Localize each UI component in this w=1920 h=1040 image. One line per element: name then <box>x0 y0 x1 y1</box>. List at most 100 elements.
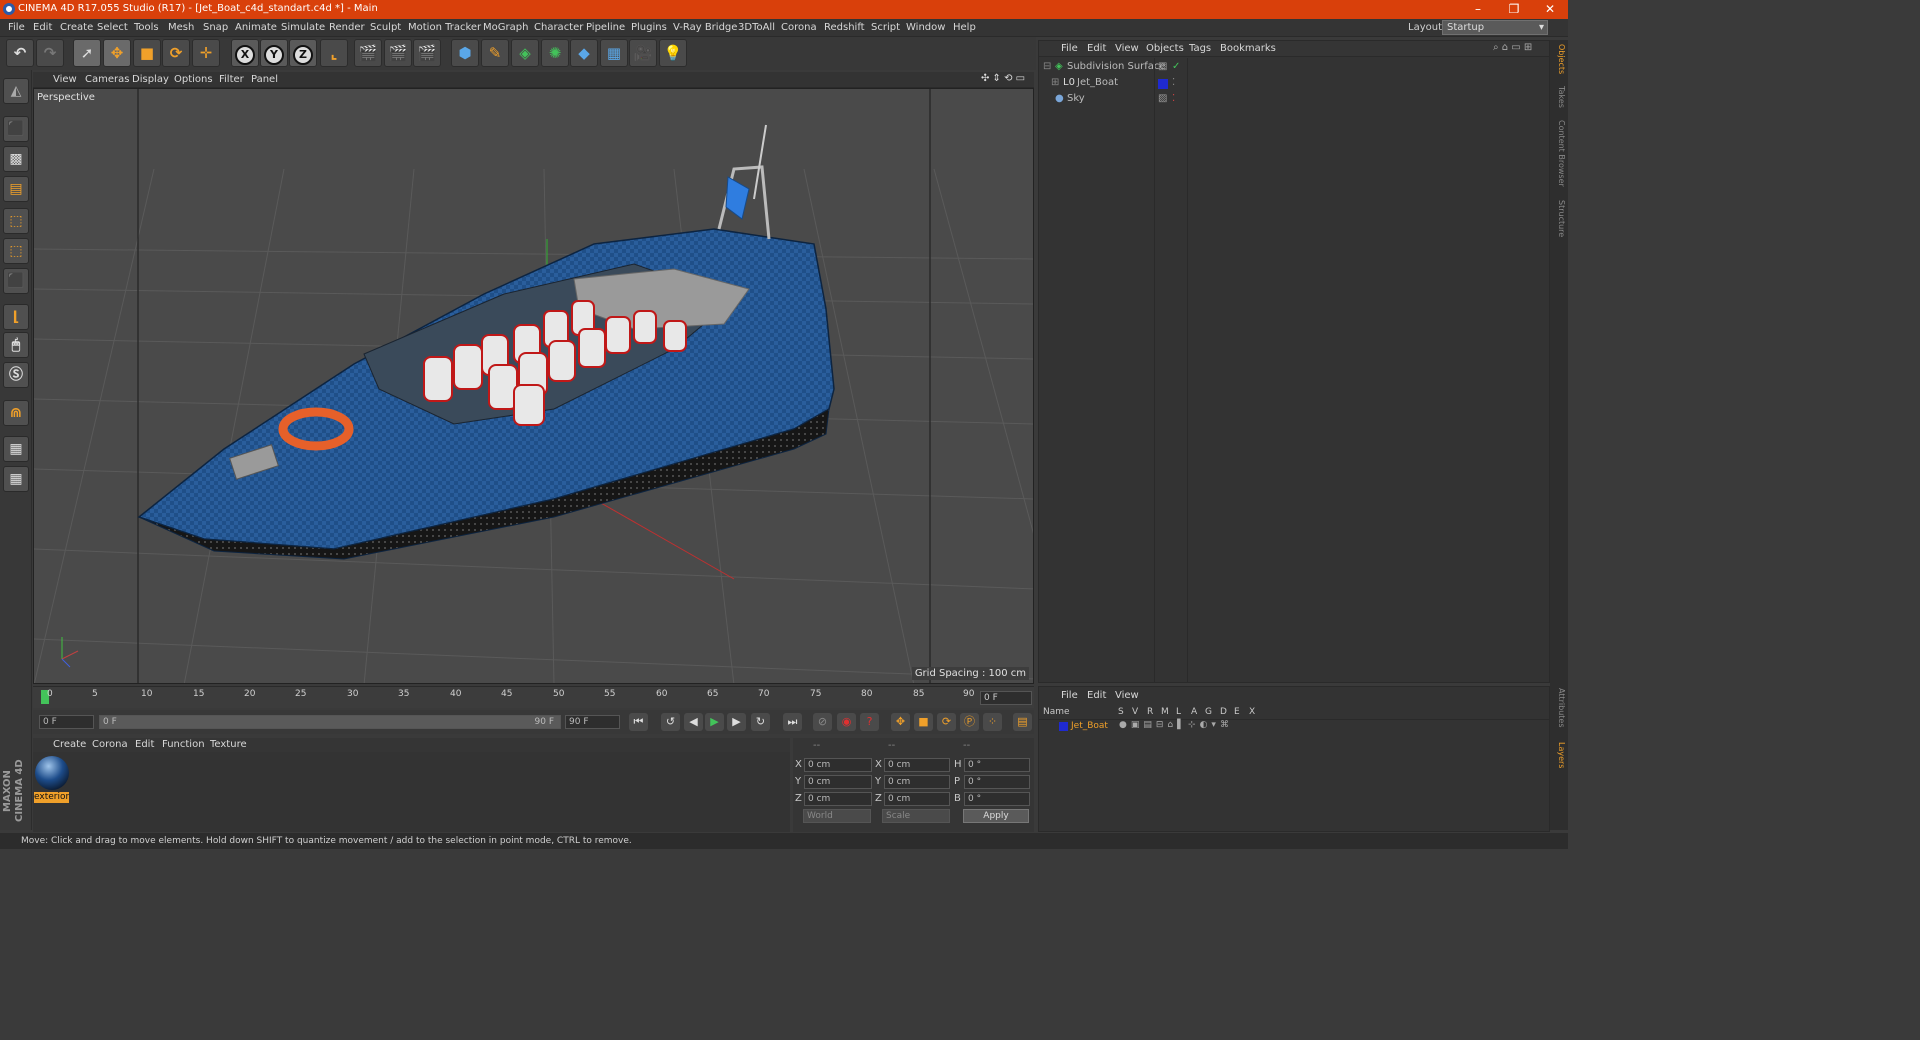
tab-objects[interactable]: Objects <box>1552 44 1566 74</box>
subdivision-surface-icon[interactable]: ◈ <box>511 39 539 67</box>
tab-content-browser[interactable]: Content Browser <box>1552 120 1566 187</box>
undo-icon[interactable]: ↶ <box>6 39 34 67</box>
viewport-menu-view[interactable]: View <box>53 74 77 85</box>
visibility-dot-icon[interactable]: ⁚ <box>1172 93 1175 104</box>
snapping-magnet-icon[interactable]: ⋒ <box>3 400 29 426</box>
objects-menu-tags[interactable]: Tags <box>1189 43 1211 54</box>
menu-mesh[interactable]: Mesh <box>168 22 194 33</box>
layers-menu-edit[interactable]: Edit <box>1087 690 1106 701</box>
floor-environment-icon[interactable]: ▦ <box>600 39 628 67</box>
live-selection-icon[interactable]: ✛ <box>192 39 220 67</box>
menu-plugins[interactable]: Plugins <box>631 22 667 33</box>
end-frame-field[interactable]: 90 F <box>565 715 620 729</box>
menu-3dtoall[interactable]: 3DToAll <box>738 22 775 33</box>
menu-render[interactable]: Render <box>329 22 365 33</box>
viewport-menu-panel[interactable]: Panel <box>251 74 278 85</box>
viewport-menu-filter[interactable]: Filter <box>219 74 244 85</box>
viewport-nav-icon[interactable]: ✣ ⇕ ⟲ ▭ <box>981 73 1025 84</box>
objects-menu-objects[interactable]: Objects <box>1146 43 1184 54</box>
objects-menu-file[interactable]: File <box>1061 43 1078 54</box>
material-preview-exterior[interactable] <box>35 756 69 790</box>
rotation-p-field[interactable]: 0 ° <box>964 775 1030 789</box>
position-y-field[interactable]: 0 cm <box>804 775 872 789</box>
scale-tool-icon[interactable]: ■ <box>133 39 161 67</box>
menu-script[interactable]: Script <box>871 22 900 33</box>
menu-sculpt[interactable]: Sculpt <box>370 22 401 33</box>
go-to-start-icon[interactable]: ⏮ <box>629 713 648 731</box>
menu-file[interactable]: File <box>8 22 25 33</box>
materials-menu-corona[interactable]: Corona <box>92 739 128 750</box>
apply-button[interactable]: Apply <box>963 809 1029 823</box>
menu-select[interactable]: Select <box>97 22 128 33</box>
layer-color-swatch[interactable] <box>1059 722 1068 731</box>
workplane-mode-icon[interactable]: ▤ <box>3 176 29 202</box>
materials-menu-function[interactable]: Function <box>162 739 205 750</box>
cube-primitive-icon[interactable]: ⬢ <box>451 39 479 67</box>
tab-layers[interactable]: Layers <box>1552 742 1566 768</box>
objects-menu-view[interactable]: View <box>1115 43 1139 54</box>
perspective-viewport[interactable]: Perspective Grid Spacing : 100 cm <box>33 88 1034 684</box>
search-icon[interactable]: ⌕ ⌂ ▭ ⊞ <box>1493 42 1532 53</box>
current-frame-field[interactable]: 0 F <box>980 691 1032 705</box>
render-settings-icon[interactable]: 🎬 <box>413 39 441 67</box>
z-axis-lock-icon[interactable]: Z <box>289 39 317 67</box>
viewport-menu-display[interactable]: Display <box>132 74 169 85</box>
layers-menu-view[interactable]: View <box>1115 690 1139 701</box>
menu-pipeline[interactable]: Pipeline <box>586 22 625 33</box>
previous-key-icon[interactable]: ↺ <box>661 713 680 731</box>
move-tool-icon[interactable]: ✥ <box>103 39 131 67</box>
texture-mode-icon[interactable]: ▩ <box>3 146 29 172</box>
object-row-jet-boat[interactable]: ⊞ L0 Jet_Boat ⁚ <box>1039 77 1549 93</box>
size-x-field[interactable]: 0 cm <box>884 758 950 772</box>
coordinate-space-dropdown[interactable]: World <box>803 809 871 823</box>
mograph-cloner-icon[interactable]: ✺ <box>541 39 569 67</box>
menu-corona[interactable]: Corona <box>781 22 817 33</box>
record-keys-icon[interactable]: ⊘ <box>813 713 832 731</box>
key-rotation-icon[interactable]: ⟳ <box>937 713 956 731</box>
edges-mode-icon[interactable]: ⬚ <box>3 238 29 264</box>
range-slider[interactable]: 0 F 90 F <box>99 715 561 729</box>
play-icon[interactable]: ▶ <box>705 713 724 731</box>
materials-menu-texture[interactable]: Texture <box>210 739 247 750</box>
y-axis-lock-icon[interactable]: Y <box>260 39 288 67</box>
position-x-field[interactable]: 0 cm <box>804 758 872 772</box>
object-row-sky[interactable]: ● Sky ▨ ⁚ <box>1039 93 1549 109</box>
render-view-icon[interactable]: 🎬 <box>354 39 382 67</box>
start-frame-field[interactable]: 0 F <box>39 715 94 729</box>
size-z-field[interactable]: 0 cm <box>884 792 950 806</box>
light-bulb-icon[interactable]: 💡 <box>659 39 687 67</box>
material-label[interactable]: exterior <box>34 792 69 803</box>
tab-attributes[interactable]: Attributes <box>1552 688 1566 728</box>
rotation-h-field[interactable]: 0 ° <box>964 758 1030 772</box>
column-divider[interactable] <box>1154 58 1155 683</box>
rotate-tool-icon[interactable]: ⟳ <box>162 39 190 67</box>
redo-icon[interactable]: ↷ <box>36 39 64 67</box>
key-scale-icon[interactable]: ■ <box>914 713 933 731</box>
layer-row[interactable]: Jet_Boat ●▣▤⊟⌂▌⊹◐▾⌘ <box>1039 720 1549 733</box>
expand-icon[interactable]: ⊞ <box>1051 77 1059 88</box>
step-forward-icon[interactable]: ▶ <box>727 713 746 731</box>
key-position-icon[interactable]: ✥ <box>891 713 910 731</box>
coordinate-system-icon[interactable]: ⌞ <box>320 39 348 67</box>
minimize-button[interactable]: – <box>1460 0 1496 19</box>
tweak-mode-icon[interactable]: 🖱 <box>3 332 29 358</box>
workplane-align-icon[interactable]: ▦ <box>3 466 29 492</box>
size-y-field[interactable]: 0 cm <box>884 775 950 789</box>
objects-menu-edit[interactable]: Edit <box>1087 43 1106 54</box>
menu-tools[interactable]: Tools <box>134 22 159 33</box>
menu-redshift[interactable]: Redshift <box>824 22 865 33</box>
rotation-b-field[interactable]: 0 ° <box>964 792 1030 806</box>
select-arrow-icon[interactable]: ➚ <box>73 39 101 67</box>
materials-menu-edit[interactable]: Edit <box>135 739 154 750</box>
close-button[interactable]: ✕ <box>1532 0 1568 19</box>
visibility-dot-icon[interactable]: ⁚ <box>1172 77 1175 88</box>
next-key-icon[interactable]: ↻ <box>751 713 770 731</box>
menu-snap[interactable]: Snap <box>203 22 228 33</box>
layers-menu-file[interactable]: File <box>1061 690 1078 701</box>
tab-structure[interactable]: Structure <box>1552 200 1566 237</box>
layer-toggle-icons[interactable]: ●▣▤⊟⌂▌⊹◐▾⌘ <box>1119 720 1233 730</box>
autokey-icon[interactable]: ◉ <box>837 713 856 731</box>
points-mode-icon[interactable]: ⬚ <box>3 208 29 234</box>
solo-mode-icon[interactable]: Ⓢ <box>3 362 29 388</box>
camera-icon[interactable]: 🎥 <box>629 39 657 67</box>
